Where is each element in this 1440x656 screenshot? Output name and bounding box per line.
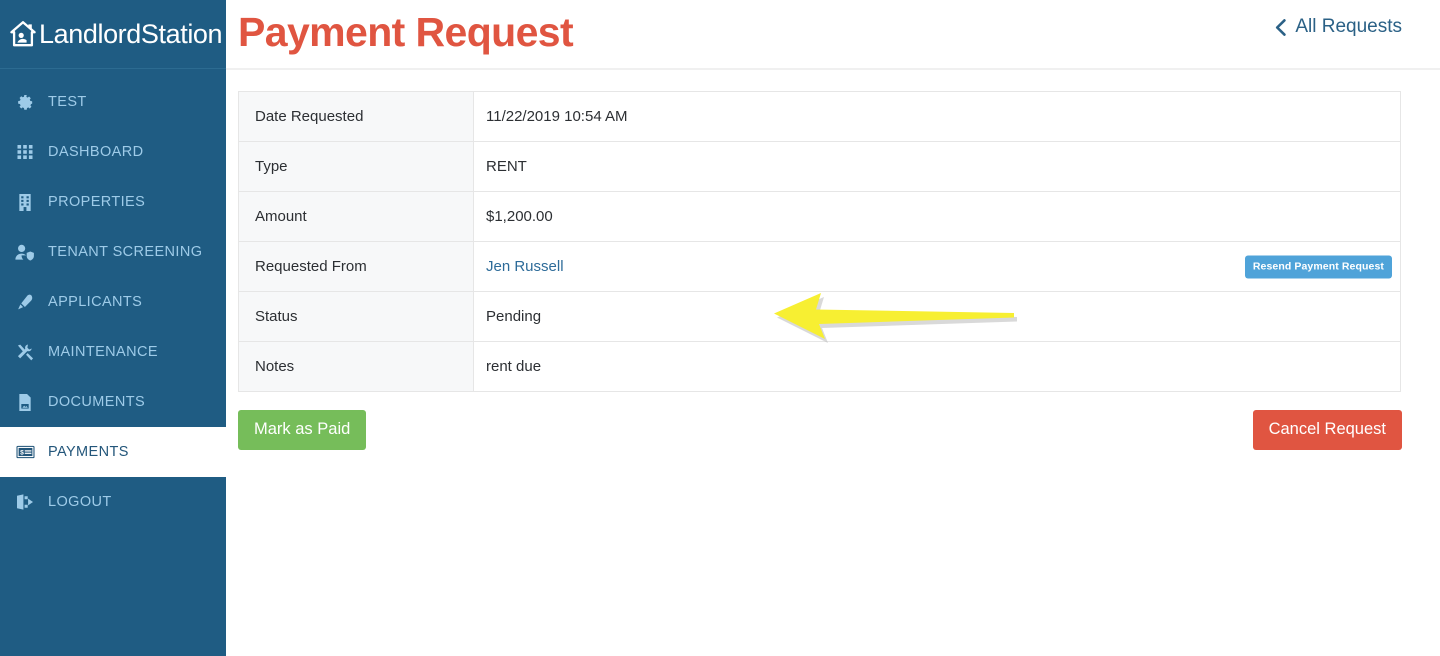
sidebar-item-applicants[interactable]: APPLICANTS xyxy=(0,277,226,327)
sidebar-item-test[interactable]: TEST xyxy=(0,77,226,127)
row-label: Requested From xyxy=(238,241,474,292)
all-requests-label: All Requests xyxy=(1295,16,1402,37)
table-row: Amount $1,200.00 xyxy=(238,191,1401,242)
tools-icon xyxy=(14,343,36,361)
sidebar-item-label: TEST xyxy=(48,94,87,110)
page-title: Payment Request xyxy=(238,9,574,55)
row-value: rent due xyxy=(473,341,1401,392)
row-label: Date Requested xyxy=(238,91,474,142)
table-row: Type RENT xyxy=(238,141,1401,192)
status-value: Pending xyxy=(486,308,542,325)
sidebar-item-label: APPLICANTS xyxy=(48,294,143,310)
grid-icon xyxy=(14,144,36,160)
table-row: Date Requested 11/22/2019 10:54 AM xyxy=(238,91,1401,142)
sidebar: LandlordStation TEST DASHBOARD PROPERTIE… xyxy=(0,0,226,656)
sidebar-item-label: PROPERTIES xyxy=(48,194,146,210)
house-icon xyxy=(8,19,38,49)
building-icon xyxy=(14,193,36,211)
date-requested-value: 11/22/2019 10:54 AM xyxy=(486,108,628,125)
sidebar-item-label: LOGOUT xyxy=(48,494,112,510)
sidebar-item-label: MAINTENANCE xyxy=(48,344,158,360)
table-row: Requested From Jen Russell Resend Paymen… xyxy=(238,241,1401,292)
all-requests-link[interactable]: All Requests xyxy=(1275,16,1402,38)
payment-detail-table: Date Requested 11/22/2019 10:54 AM Type … xyxy=(238,91,1401,392)
sidebar-item-label: TENANT SCREENING xyxy=(48,244,203,260)
row-label: Status xyxy=(238,291,474,342)
sidebar-item-dashboard[interactable]: DASHBOARD xyxy=(0,127,226,177)
page-header: Payment Request All Requests xyxy=(226,0,1440,70)
sidebar-item-logout[interactable]: LOGOUT xyxy=(0,477,226,527)
row-value: RENT xyxy=(473,141,1401,192)
sidebar-item-label: PAYMENTS xyxy=(48,444,129,460)
sidebar-item-properties[interactable]: PROPERTIES xyxy=(0,177,226,227)
table-row: Notes rent due xyxy=(238,341,1401,392)
requested-from-link[interactable]: Jen Russell xyxy=(486,258,564,275)
svg-text:$: $ xyxy=(20,449,24,456)
resend-payment-request-button[interactable]: Resend Payment Request xyxy=(1244,255,1392,278)
row-value: Pending xyxy=(473,291,1401,342)
row-label: Notes xyxy=(238,341,474,392)
type-value: RENT xyxy=(486,158,527,175)
sidebar-nav: TEST DASHBOARD PROPERTIES TENANT SCREENI… xyxy=(0,69,226,527)
gear-icon xyxy=(14,94,36,111)
mark-as-paid-button[interactable]: Mark as Paid xyxy=(238,410,367,450)
sidebar-item-tenant-screening[interactable]: TENANT SCREENING xyxy=(0,227,226,277)
logout-icon xyxy=(14,494,36,510)
app-root: LandlordStation TEST DASHBOARD PROPERTIE… xyxy=(0,0,1440,656)
main-content: Payment Request All Requests Date Reques… xyxy=(226,0,1440,656)
row-value: Jen Russell Resend Payment Request xyxy=(473,241,1401,292)
brand-logo[interactable]: LandlordStation xyxy=(0,0,226,69)
user-shield-icon xyxy=(14,244,36,261)
notes-value: rent due xyxy=(486,358,542,375)
chevron-left-icon xyxy=(1275,18,1287,36)
sidebar-item-maintenance[interactable]: MAINTENANCE xyxy=(0,327,226,377)
amount-value: $1,200.00 xyxy=(486,208,553,225)
row-value: $1,200.00 xyxy=(473,191,1401,242)
row-label: Type xyxy=(238,141,474,192)
sidebar-item-label: DOCUMENTS xyxy=(48,394,146,410)
table-row: Status Pending xyxy=(238,291,1401,342)
brand-name: LandlordStation xyxy=(39,18,223,49)
row-value: 11/22/2019 10:54 AM xyxy=(473,91,1401,142)
document-icon xyxy=(14,393,36,411)
cancel-request-button[interactable]: Cancel Request xyxy=(1252,410,1402,450)
card-icon: $ xyxy=(14,445,36,459)
row-label: Amount xyxy=(238,191,474,242)
sidebar-item-payments[interactable]: $ PAYMENTS xyxy=(0,427,226,477)
pen-icon xyxy=(14,294,36,310)
sidebar-item-documents[interactable]: DOCUMENTS xyxy=(0,377,226,427)
sidebar-item-label: DASHBOARD xyxy=(48,144,144,160)
